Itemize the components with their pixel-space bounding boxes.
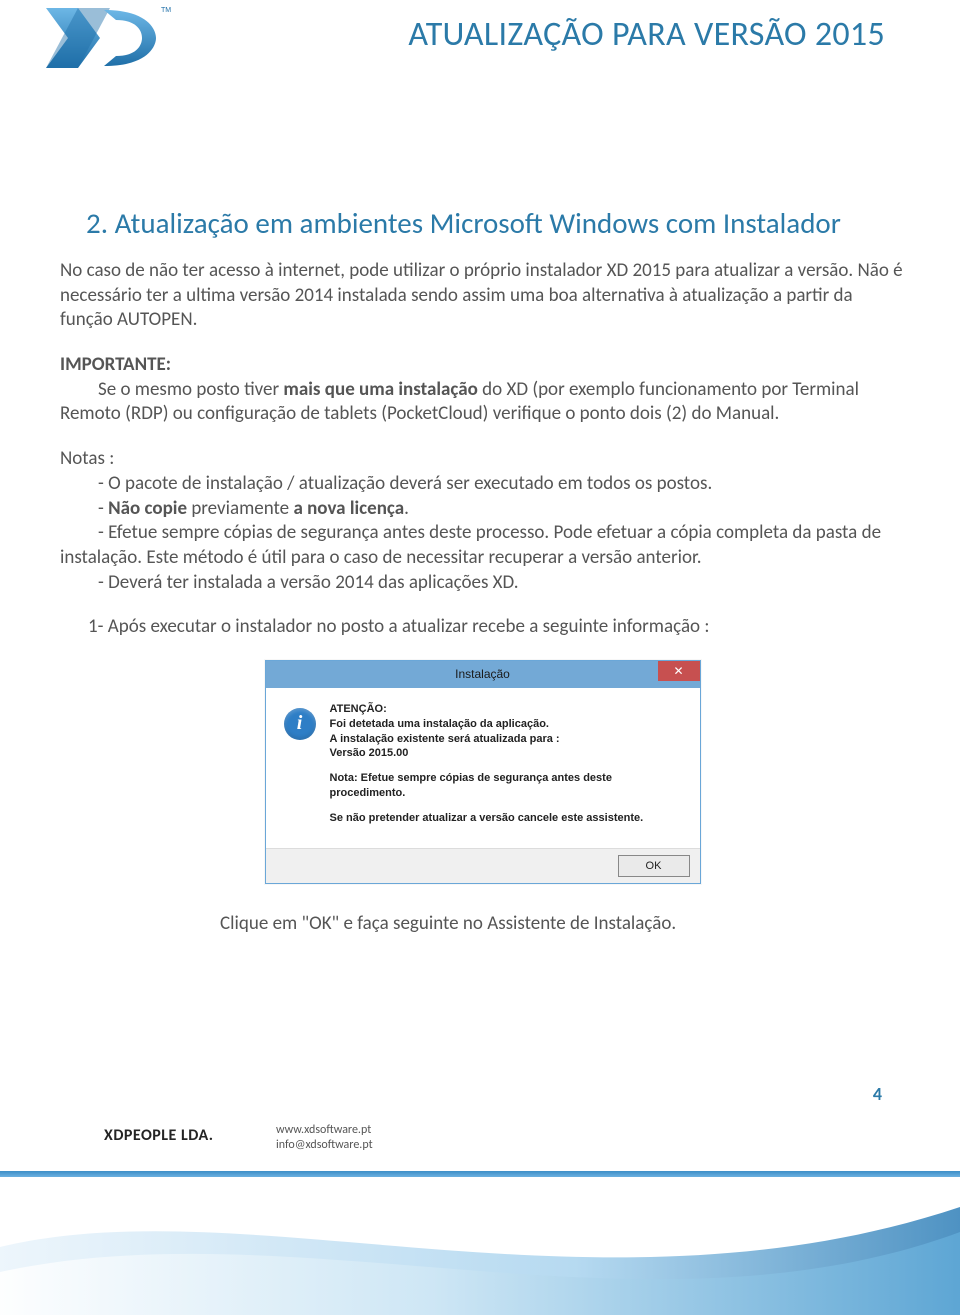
step-1: 1- Após executar o instalador no posto a… [88, 615, 905, 640]
dialog-line5: Se não pretender atualizar a versão canc… [330, 811, 684, 826]
notes-label: Notas : [60, 447, 905, 472]
content: 2. Atualização em ambientes Microsoft Wi… [0, 90, 960, 935]
dialog-screenshot: Instalação ✕ i ATENÇÃO: Foi detetada uma… [60, 660, 905, 884]
dialog-body: i ATENÇÃO: Foi detetada uma instalação d… [266, 688, 700, 848]
page-number: 4 [873, 1083, 882, 1105]
dialog-window: Instalação ✕ i ATENÇÃO: Foi detetada uma… [265, 660, 701, 884]
footer-email: info@xdsoftware.pt [276, 1138, 373, 1153]
header: TM ATUALIZAÇÃO PARA VERSÃO 2015 [0, 0, 960, 90]
paragraph-intro: No caso de não ter acesso à internet, po… [60, 259, 905, 333]
note-3: - Efetue sempre cópias de segurança ante… [60, 521, 905, 570]
dialog-message: ATENÇÃO: Foi detetada uma instalação da … [330, 702, 684, 836]
section-heading: 2. Atualização em ambientes Microsoft Wi… [86, 205, 905, 241]
dialog-titlebar: Instalação ✕ [266, 661, 700, 688]
dialog-line2: A instalação existente será atualizada p… [330, 733, 560, 745]
dialog-line3: Versão 2015.00 [330, 747, 409, 759]
footer-links: www.xdsoftware.pt info@xdsoftware.pt [276, 1123, 373, 1153]
trademark-text: TM [161, 7, 171, 14]
footer-swoosh [0, 1177, 960, 1315]
notes-block: Notas : - O pacote de instalação / atual… [60, 447, 905, 595]
footer-website: www.xdsoftware.pt [276, 1123, 373, 1138]
important-text-bold: mais que uma instalação [283, 378, 477, 401]
close-icon: ✕ [673, 665, 683, 677]
ok-button[interactable]: OK [618, 855, 690, 877]
info-icon: i [284, 708, 316, 740]
footer-company: XDPEOPLE LDA. [104, 1126, 214, 1145]
closing-text: Clique em "OK" e faça seguinte no Assist… [220, 912, 905, 935]
footer: 4 XDPEOPLE LDA. www.xdsoftware.pt info@x… [0, 1065, 960, 1315]
dialog-line4: Nota: Efetue sempre cópias de segurança … [330, 771, 684, 801]
dialog-line1: Foi detetada uma instalação da aplicação… [330, 718, 549, 730]
dialog-footer: OK [266, 848, 700, 883]
note-4: - Deverá ter instalada a versão 2014 das… [60, 571, 905, 596]
note-1: - O pacote de instalação / atualização d… [60, 472, 905, 497]
page-title: ATUALIZAÇÃO PARA VERSÃO 2015 [408, 14, 885, 55]
important-label: IMPORTANTE: [60, 353, 171, 376]
logo: TM [38, 0, 173, 82]
close-button[interactable]: ✕ [658, 661, 700, 681]
note-2: - Não copie previamente a nova licença. [60, 497, 905, 522]
dialog-title: Instalação [455, 667, 510, 681]
dialog-attention: ATENÇÃO: [330, 703, 387, 715]
important-block: IMPORTANTE: Se o mesmo posto tiver mais … [60, 353, 905, 427]
important-text-a: Se o mesmo posto tiver [98, 378, 283, 401]
